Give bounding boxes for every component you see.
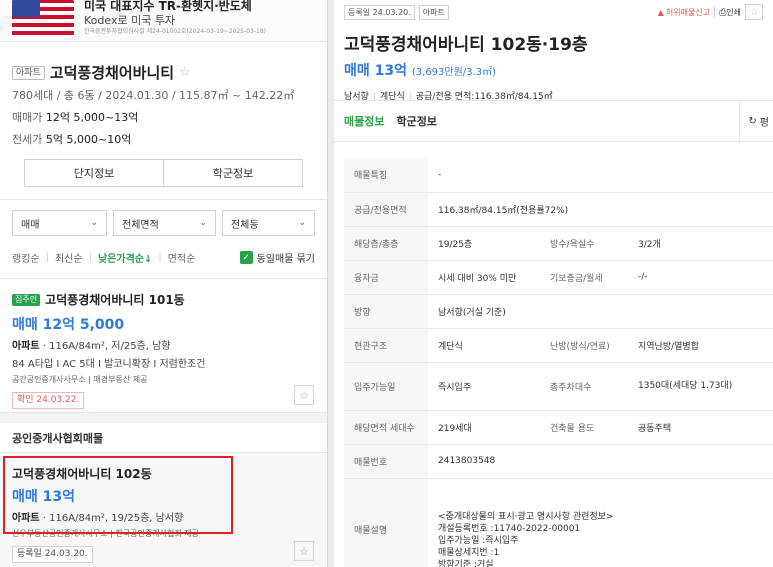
detail-title: 고덕풍경채어바니티 102동·19층 (344, 35, 588, 55)
table-row: 매물설명 <중개대상물의 표시·광고 명시사항 관련정보> 개설등록번호 :11… (344, 478, 773, 567)
trade-type-select[interactable]: 매매 ⌄ (12, 210, 108, 236)
table-row: 공급/전용면적 116.38㎡/84.15㎡(전용률72%) (344, 192, 773, 227)
listing-description: <중개대상물의 표시·광고 명시사항 관련정보> 개설등록번호 :11740-2… (428, 478, 773, 567)
register-date-badge: 등록일 24.03.20. (12, 546, 93, 563)
favorite-star-icon[interactable]: ☆ (745, 4, 763, 20)
report-button[interactable]: ▲ 허위매물신고 (658, 7, 710, 18)
complex-summary: 아파트 고덕풍경채어바니티 ☆ 780세대 / 총 6동 / 2024.01.3… (0, 42, 327, 200)
sort-ranking[interactable]: 랭킹순 (12, 250, 40, 265)
ad-title: 미국 대표지수 TR-환헷지·반도체 (84, 0, 252, 14)
ad-subtitle: Kodex로 미국 투자 (84, 14, 176, 28)
owner-tag: 집주인 (12, 293, 41, 306)
sort-lowest-price[interactable]: 낮은가격순↓ (98, 250, 152, 265)
type-badge: 아파트 (418, 4, 449, 20)
group-divider (0, 412, 327, 423)
tab-complex-info[interactable]: 단지정보 (25, 160, 163, 186)
sort-bar: 랭킹순 | 최신순 | 낮은가격순↓ | 면적순 ✓ 동일매물 묶기 (12, 250, 315, 265)
area-unit-toggle[interactable]: ↻ 평 (739, 100, 769, 142)
detail-price: 매매 13억 (3,693만원/3.3㎡) (344, 63, 496, 79)
siren-icon: ▲ (657, 7, 664, 17)
rent-price-range: 전세가 5억 5,000~10억 (12, 133, 132, 146)
favorite-star-icon[interactable]: ☆ (294, 541, 314, 561)
checkbox-checked-icon[interactable]: ✓ (239, 251, 253, 264)
table-row: 입주가능일 즉시입주 총주차대수 1350대(세대당 1.73대) (344, 362, 773, 411)
table-row: 방향 남서향(거실 기준) (344, 294, 773, 329)
table-row: 매물번호 2413803548 (344, 444, 773, 479)
area-select[interactable]: 전체면적 ⌄ (113, 210, 216, 236)
ad-note: 한국증권투자협회심사필 제24-01002호(2024-03-19~2025-0… (84, 28, 267, 36)
favorite-star-icon[interactable]: ☆ (294, 385, 314, 405)
listing-item-selected[interactable]: 고덕풍경채어바니티 102동 매매 13억 아파트 · 116A/84m², 1… (0, 452, 327, 567)
complex-name[interactable]: 고덕풍경채어바니티 (50, 62, 174, 83)
star-icon[interactable]: ☆ (179, 65, 191, 80)
chevron-down-icon: ⌄ (298, 218, 306, 228)
us-flag-icon (12, 0, 74, 37)
listing-panel: 미국 대표지수 TR-환헷지·반도체 Kodex로 미국 투자 한국증권투자협회… (0, 0, 328, 567)
detail-tabs: 매물정보 학군정보 ↻ 평 (334, 100, 773, 142)
dong-select[interactable]: 전체동 ⌄ (221, 210, 315, 236)
filter-bar: 매매 ⌄ 전체면적 ⌄ 전체동 ⌄ (0, 200, 327, 236)
confirm-badge: 확인 24.03.22. (12, 392, 85, 409)
print-button[interactable]: ⎙인쇄 (719, 7, 741, 18)
register-date: 등록일 24.03.20. (344, 4, 415, 20)
table-row: 해당면적 세대수 219세대 건축물 용도 공동주택 (344, 410, 773, 445)
listing-item[interactable]: 집주인 고덕풍경채어바니티 101동 매매 12억 5,000 아파트 · 11… (0, 278, 327, 410)
detail-meta: 남서향 | 계단식 | 공급/전용 면적:116.38㎡/84.15㎡ (344, 92, 553, 102)
tab-listing-info[interactable]: 매물정보 (344, 100, 384, 142)
listing-info-table: 매물특징 - 공급/전용면적 116.38㎡/84.15㎡(전용률72%) 해당… (344, 158, 773, 567)
complex-tabs: 단지정보 학군정보 (24, 159, 303, 187)
selection-highlight (3, 456, 233, 534)
complex-meta: 780세대 / 총 6동 / 2024.01.30 / 115.87㎡ ~ 14… (12, 89, 295, 102)
sale-price-range: 매매가 12억 5,000~13억 (12, 111, 139, 124)
sort-latest[interactable]: 최신순 (55, 250, 83, 265)
complex-type-tag: 아파트 (12, 65, 45, 80)
table-row: 매물특징 - (344, 158, 773, 193)
table-row: 현관구조 계단식 난방(방식/연료) 지역난방/열병합 (344, 328, 773, 363)
group-same-toggle[interactable]: ✓ 동일매물 묶기 (239, 250, 315, 265)
tab-school-info[interactable]: 학군정보 (163, 160, 302, 186)
ad-banner[interactable]: 미국 대표지수 TR-환헷지·반도체 Kodex로 미국 투자 한국증권투자협회… (0, 0, 327, 42)
tab-school-info[interactable]: 학군정보 (396, 100, 436, 142)
listing-price: 매매 12억 5,000 (12, 317, 125, 333)
listing-name: 고덕풍경채어바니티 101동 (45, 293, 185, 307)
sort-area[interactable]: 면적순 (168, 250, 196, 265)
refresh-icon: ↻ (748, 115, 757, 127)
detail-panel: 등록일 24.03.20. 아파트 ▲ 허위매물신고 ⎙인쇄 ☆ 고덕풍경채어바니… (334, 0, 773, 567)
group-title: 공인중개사협회매물 (12, 432, 104, 445)
chevron-down-icon: ⌄ (90, 218, 99, 228)
listing-agent: 공간공인중개사사무소 | 매경부동산 제공 (12, 375, 148, 384)
table-row: 해당층/총층 19/25층 방수/욕실수 3/2개 (344, 226, 773, 261)
chevron-down-icon: ⌄ (199, 218, 207, 228)
listing-desc: 아파트 · 116A/84m², 저/25층, 남향 (12, 341, 171, 352)
table-row: 융자금 시세 대비 30% 미만 기보증금/월세 -/- (344, 260, 773, 295)
listing-feature: 84 A타입 I AC 5대 I 발코니확장 I 저렴한조건 (12, 359, 206, 370)
